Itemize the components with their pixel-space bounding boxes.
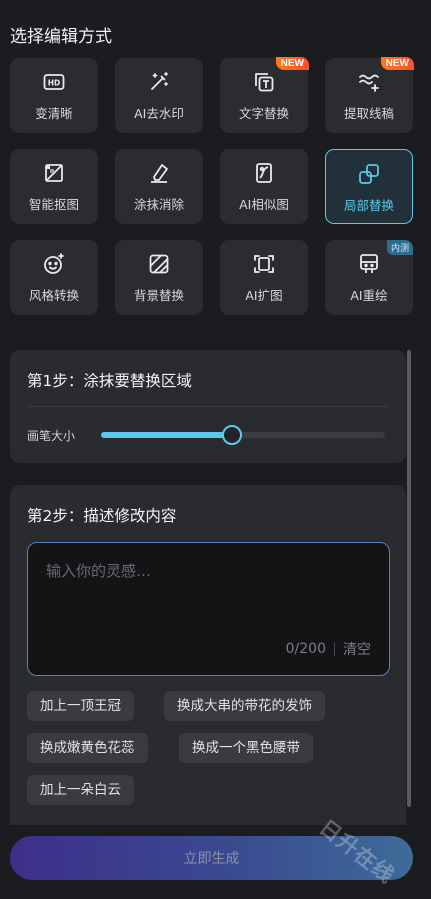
tool-style-transfer[interactable]: 风格转换	[10, 240, 98, 315]
expand-image-icon	[250, 250, 278, 278]
eraser-icon	[145, 159, 173, 187]
prompt-input[interactable]: 输入你的灵感… 0/200 清空	[27, 542, 390, 676]
tool-cutout[interactable]: 智能抠图	[10, 149, 98, 224]
tool-label: 局部替换	[343, 198, 394, 213]
tool-label: 智能抠图	[28, 197, 79, 212]
slider-thumb[interactable]	[222, 425, 242, 445]
step2-card: 第2步：描述修改内容 输入你的灵感… 0/200 清空 加上一顶王冠 换成大串的…	[10, 485, 406, 825]
line-art-icon	[355, 68, 383, 96]
divider	[334, 642, 335, 656]
svg-text:HD: HD	[48, 79, 61, 88]
magic-wand-icon	[145, 68, 173, 96]
suggestion-chip[interactable]: 换成嫩黄色花蕊	[27, 733, 148, 763]
cutout-icon	[40, 159, 68, 187]
hd-icon: HD	[40, 68, 68, 96]
tool-similar-image[interactable]: AI相似图	[220, 149, 308, 224]
brush-size-label: 画笔大小	[27, 429, 76, 443]
prompt-placeholder: 输入你的灵感…	[46, 562, 152, 580]
step1-title: 第1步：涂抹要替换区域	[27, 372, 192, 390]
repaint-icon	[355, 250, 383, 278]
tool-label: 背景替换	[133, 288, 184, 303]
suggestion-chip[interactable]: 换成大串的带花的发饰	[164, 691, 325, 721]
slider-fill	[101, 432, 232, 438]
char-counter: 0/200	[285, 641, 326, 657]
tool-label: 风格转换	[28, 288, 79, 303]
edit-panel: 选择编辑方式 HD 变清晰 AI去水印 NEW 文字替换 NEW 提取线稿 智能…	[0, 0, 431, 899]
panel-title: 选择编辑方式	[10, 27, 112, 47]
tool-label: 提取线稿	[343, 106, 394, 121]
tool-remove-watermark[interactable]: AI去水印	[115, 58, 203, 133]
tool-label: 涂抹消除	[133, 197, 184, 212]
suggestion-chip[interactable]: 加上一朵白云	[27, 775, 134, 805]
tool-label: AI去水印	[134, 106, 184, 121]
similar-image-icon	[250, 159, 278, 187]
prompt-counter-area: 0/200 清空	[286, 639, 371, 659]
text-replace-icon	[250, 68, 278, 96]
step2-title: 第2步：描述修改内容	[27, 507, 177, 525]
step1-card: 第1步：涂抹要替换区域 画笔大小	[10, 350, 406, 463]
tool-label: AI扩图	[245, 288, 283, 303]
tool-label: 变清晰	[35, 106, 73, 121]
clear-button[interactable]: 清空	[343, 639, 371, 659]
tool-grid: HD 变清晰 AI去水印 NEW 文字替换 NEW 提取线稿 智能抠图 涂抹消除…	[10, 57, 414, 315]
suggestion-chip[interactable]: 加上一顶王冠	[27, 691, 134, 721]
tool-expand-image[interactable]: AI扩图	[220, 240, 308, 315]
divider	[27, 406, 389, 407]
style-transfer-icon	[40, 250, 68, 278]
background-replace-icon	[145, 250, 173, 278]
tool-label: AI相似图	[239, 197, 289, 212]
tool-label: 文字替换	[238, 106, 289, 121]
beta-badge: 内测	[386, 240, 413, 255]
brush-size-slider[interactable]	[101, 425, 385, 445]
partial-replace-icon	[355, 160, 383, 188]
suggestion-chip[interactable]: 换成一个黑色腰带	[179, 733, 313, 763]
new-badge: NEW	[275, 57, 309, 70]
tool-label: AI重绘	[350, 288, 388, 303]
tool-enhance[interactable]: HD 变清晰	[10, 58, 98, 133]
tool-text-replace[interactable]: NEW 文字替换	[220, 57, 309, 133]
scrollbar[interactable]	[407, 350, 411, 807]
tool-erase[interactable]: 涂抹消除	[115, 149, 203, 224]
new-badge: NEW	[380, 57, 414, 70]
tool-repaint[interactable]: 内测 AI重绘	[325, 240, 413, 315]
tool-background-replace[interactable]: 背景替换	[115, 240, 203, 315]
tool-partial-replace[interactable]: 局部替换	[325, 149, 413, 224]
tool-line-art[interactable]: NEW 提取线稿	[325, 57, 414, 133]
